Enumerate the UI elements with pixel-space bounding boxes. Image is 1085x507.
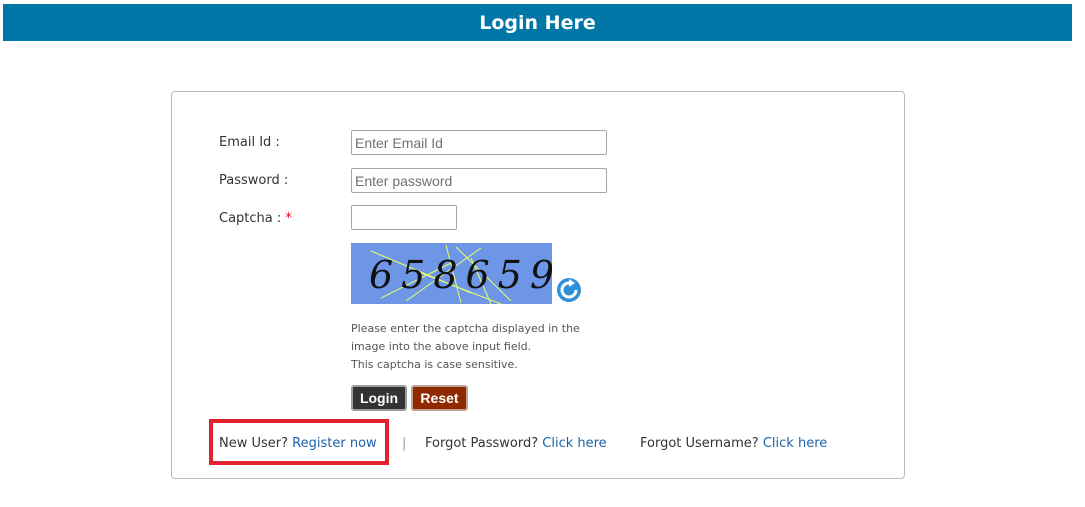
link-separator: | <box>402 436 407 451</box>
captcha-image: 658659 <box>351 243 552 304</box>
captcha-input[interactable] <box>351 205 457 230</box>
captcha-label: Captcha : * <box>219 211 292 226</box>
required-mark: * <box>285 211 292 226</box>
captcha-image-text: 658659 <box>369 253 552 297</box>
header-bar: Login Here <box>3 4 1072 41</box>
forgot-username-group: Forgot Username? Click here <box>640 436 827 451</box>
captcha-hint-line: Please enter the captcha displayed in th… <box>351 322 580 335</box>
forgot-username-link[interactable]: Click here <box>763 436 827 451</box>
forgot-password-group: Forgot Password? Click here <box>425 436 607 451</box>
captcha-hint: Please enter the captcha displayed in th… <box>351 320 601 374</box>
highlight-box <box>209 419 389 465</box>
email-label: Email Id : <box>219 135 280 150</box>
captcha-label-text: Captcha : <box>219 211 282 226</box>
refresh-icon[interactable] <box>556 277 582 303</box>
email-input[interactable] <box>351 130 607 155</box>
login-button[interactable]: Login <box>351 385 407 411</box>
forgot-username-text: Forgot Username? <box>640 436 759 451</box>
page-title: Login Here <box>479 11 596 34</box>
forgot-password-text: Forgot Password? <box>425 436 539 451</box>
forgot-password-link[interactable]: Click here <box>542 436 606 451</box>
password-input[interactable] <box>351 168 607 193</box>
captcha-hint-line: This captcha is case sensitive. <box>351 358 518 371</box>
captcha-hint-line: image into the above input field. <box>351 340 532 353</box>
password-label: Password : <box>219 173 289 188</box>
reset-button[interactable]: Reset <box>411 385 468 411</box>
